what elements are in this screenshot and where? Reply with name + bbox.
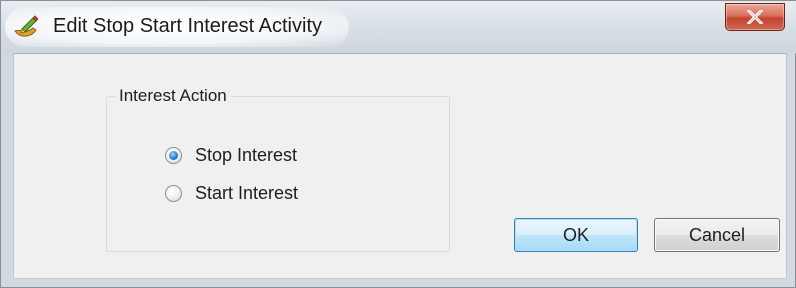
close-button[interactable] bbox=[725, 3, 785, 31]
radio-label: Start Interest bbox=[195, 183, 299, 203]
close-x-icon bbox=[747, 10, 763, 24]
radio-button-checked[interactable] bbox=[165, 147, 182, 164]
dialog-content: Interest Action Stop Interest Start Inte… bbox=[13, 53, 787, 279]
ok-button[interactable]: OK bbox=[514, 218, 638, 252]
cancel-button[interactable]: Cancel bbox=[654, 218, 780, 252]
dialog-window: Edit Stop Start Interest Activity Intere… bbox=[0, 0, 796, 288]
interest-action-group: Interest Action Stop Interest Start Inte… bbox=[106, 86, 450, 252]
title-bar[interactable]: Edit Stop Start Interest Activity bbox=[1, 1, 796, 53]
edit-pencil-icon bbox=[13, 15, 39, 39]
group-legend: Interest Action bbox=[115, 86, 231, 106]
window-title: Edit Stop Start Interest Activity bbox=[53, 15, 323, 37]
radio-label: Stop Interest bbox=[195, 145, 298, 165]
radio-button[interactable] bbox=[165, 185, 182, 202]
